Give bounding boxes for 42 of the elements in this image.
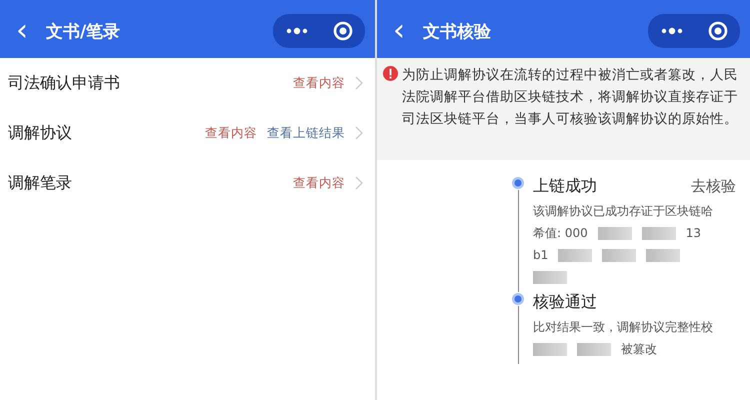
document-title: 调解笔录 — [8, 172, 72, 194]
view-link[interactable]: 查看内容 — [293, 74, 345, 92]
chevron-icon — [355, 76, 363, 90]
view-link[interactable]: 查看内容 — [205, 124, 257, 142]
redaction-block — [558, 248, 592, 262]
view-link[interactable]: 查看上链结果 — [267, 124, 345, 142]
document-title: 调解协议 — [8, 122, 72, 144]
notice-text: 为防止调解协议在流转的过程中被消亡或者篡改，人民法院调解平台借助区块链技术，将调解协议直接存证于司法区块链平台，当事人可核验该调解协议的原始性。 — [402, 66, 739, 129]
step-text: 比对结果一致，调解协议完整性校 — [533, 318, 713, 336]
document-title: 司法确认申请书 — [8, 72, 120, 94]
more-icon[interactable] — [286, 27, 308, 35]
document-row[interactable]: 司法确认申请书 查看内容 — [0, 58, 375, 108]
close-icon[interactable] — [708, 21, 728, 41]
back-button[interactable]: ‹ — [12, 16, 32, 46]
timeline-dot-icon — [511, 176, 525, 190]
document-row[interactable]: 调解笔录 查看内容 — [0, 158, 375, 208]
view-link[interactable]: 查看内容 — [293, 174, 345, 192]
close-icon[interactable] — [332, 21, 352, 41]
redaction-block — [598, 226, 632, 240]
chevron-icon — [355, 126, 363, 140]
back-button[interactable]: ‹ — [389, 16, 409, 46]
verify-link[interactable]: 去核验 — [691, 176, 736, 196]
step-text: b1 — [533, 248, 548, 262]
page-title: 文书/笔录 — [46, 20, 122, 42]
warning-icon — [383, 66, 398, 81]
redaction-block — [646, 248, 680, 262]
step-title: 上链成功 — [533, 176, 597, 196]
redaction-block — [602, 248, 636, 262]
more-icon[interactable] — [660, 27, 682, 35]
chevron-icon — [355, 176, 363, 190]
redaction-block — [642, 226, 676, 240]
page-title: 文书核验 — [423, 20, 492, 42]
timeline-dot-icon — [511, 292, 525, 306]
step-text: 13 — [686, 226, 702, 240]
redaction-block — [533, 270, 567, 284]
step-text: 希值: 000 — [533, 224, 588, 242]
step-title: 核验通过 — [533, 292, 597, 312]
step-text: 被篡改 — [621, 340, 657, 358]
document-row[interactable]: 调解协议 查看内容 查看上链结果 — [0, 108, 375, 158]
redaction-block — [533, 342, 567, 356]
redaction-block — [577, 342, 611, 356]
step-text: 该调解协议已成功存证于区块链哈 — [533, 202, 713, 220]
